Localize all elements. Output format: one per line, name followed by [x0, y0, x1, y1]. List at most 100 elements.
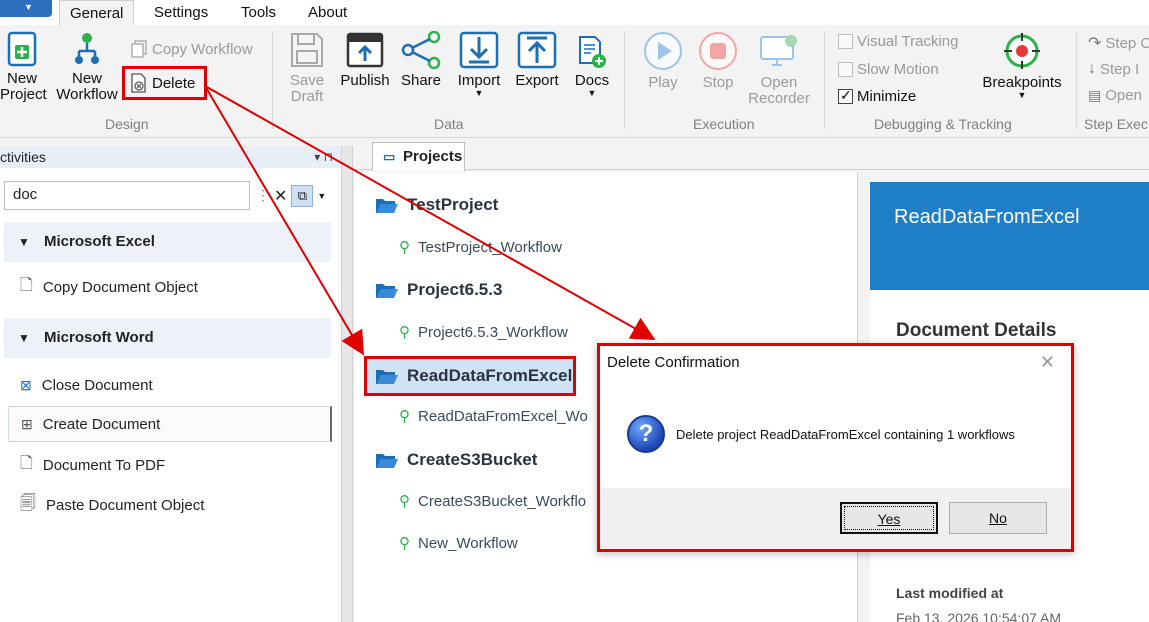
visual-tracking-checkbox[interactable]: Visual Tracking [838, 33, 958, 50]
group-label-execution: Execution [693, 116, 755, 132]
publish-label: Publish [340, 72, 390, 89]
log-file-icon: ▤ [1088, 87, 1102, 103]
workflow-icon: ⚲ [399, 493, 410, 510]
minimize-checkbox[interactable]: Minimize [838, 87, 917, 105]
new-workflow-button[interactable]: New Workflow [52, 31, 122, 103]
workflow-item[interactable]: ⚲ TestProject_Workflow [399, 238, 562, 257]
triangle-down-icon: ▼ [18, 331, 30, 345]
open-log-button[interactable]: ▤ Open [1088, 87, 1142, 104]
ribbon-separator [272, 31, 273, 129]
save-draft-button[interactable]: Save Draft [284, 31, 330, 105]
options-dropdown-icon[interactable]: ▼ [317, 191, 326, 201]
breakpoints-icon [1004, 33, 1040, 69]
checkbox-icon [838, 62, 853, 77]
folder-open-icon [376, 370, 398, 384]
project-creates3bucket[interactable]: CreateS3Bucket [375, 450, 537, 470]
play-button[interactable]: Play [640, 31, 686, 91]
app-menu-button[interactable]: ▼ [0, 0, 52, 17]
group-label-design: Design [105, 116, 149, 132]
triangle-down-icon: ▼ [18, 235, 30, 249]
project-readdatafromexcel[interactable]: ReadDataFromExcel [364, 356, 576, 396]
activity-label: Copy Document Object [42, 278, 198, 296]
workflow-name: CreateS3Bucket_Workflo [418, 492, 587, 510]
stop-icon [699, 32, 737, 70]
workflow-item[interactable]: ⚲ New_Workflow [399, 534, 518, 553]
project-testproject[interactable]: TestProject [375, 195, 498, 215]
activity-create-document[interactable]: ⊞ Create Document [8, 406, 332, 442]
activity-copy-document-object[interactable]: 🗋 Copy Document Object [20, 275, 198, 299]
activity-document-to-pdf[interactable]: 🗋 Document To PDF [20, 453, 165, 477]
project-project653[interactable]: Project6.5.3 [375, 280, 502, 300]
workflow-item[interactable]: ⚲ CreateS3Bucket_Workflo [399, 492, 587, 511]
step-over-label: Step C [1105, 34, 1149, 52]
chevron-down-icon: ▼ [474, 88, 484, 98]
checkbox-icon [838, 34, 853, 49]
close-icon[interactable]: ✕ [1040, 352, 1055, 373]
breakpoints-button[interactable]: Breakpoints ▼ [980, 31, 1064, 100]
no-button[interactable]: No [949, 502, 1047, 534]
chevron-down-icon: ▼ [587, 88, 597, 98]
workflow-item[interactable]: ⚲ Project6.5.3_Workflow [399, 323, 568, 342]
import-button[interactable]: Import ▼ [452, 31, 506, 98]
details-title: ReadDataFromExcel [870, 182, 1149, 290]
project-name: Project6.5.3 [407, 280, 503, 299]
open-log-label: Open [1105, 87, 1142, 104]
copy-workflow-button[interactable]: Copy Workflow [130, 40, 253, 58]
play-icon [644, 32, 682, 70]
step-over-button[interactable]: ↷ Step C [1088, 33, 1149, 53]
export-button[interactable]: Export [510, 31, 564, 89]
copy-icon [131, 40, 147, 58]
slow-motion-checkbox[interactable]: Slow Motion [838, 61, 939, 78]
pin-icon[interactable]: ▾ ⊓ [314, 146, 333, 168]
activities-search-input[interactable]: doc [4, 181, 250, 210]
last-modified-value: Feb 13, 2026 10:54:07 AM [896, 610, 1062, 622]
new-project-button[interactable]: New Project [0, 31, 47, 103]
activity-paste-document-object[interactable]: 🗐 Paste Document Object [20, 493, 204, 517]
category-label: Microsoft Word [44, 329, 154, 346]
tab-tools[interactable]: Tools [231, 0, 286, 25]
tab-settings[interactable]: Settings [144, 0, 218, 25]
tab-about[interactable]: About [298, 0, 357, 25]
pane-splitter[interactable] [341, 146, 353, 622]
checkbox-checked-icon [838, 87, 853, 104]
export-label: Export [515, 72, 559, 89]
group-label-debugging: Debugging & Tracking [874, 116, 1012, 132]
tab-general[interactable]: General [59, 0, 135, 25]
activity-label: Close Document [41, 376, 153, 394]
collapse-all-icon[interactable]: ⧉ [291, 184, 314, 207]
document-icon: 🗋 [20, 276, 33, 294]
workflow-item[interactable]: ⚲ ReadDataFromExcel_Wo [399, 407, 588, 426]
projects-tab-icon: ▭ [383, 149, 396, 164]
workflow-name: ReadDataFromExcel_Wo [418, 407, 588, 425]
tab-projects[interactable]: ▭ Projects [372, 142, 465, 171]
chevron-down-icon: ▼ [24, 2, 33, 12]
save-label-1: Save [289, 72, 325, 89]
workflow-icon: ⚲ [399, 239, 410, 256]
docs-button[interactable]: Docs ▼ [570, 35, 614, 98]
publish-button[interactable]: Publish [338, 31, 392, 89]
publish-icon [346, 32, 384, 68]
yes-button[interactable]: Yes [840, 502, 938, 534]
export-icon [517, 31, 557, 69]
clear-search-icon[interactable]: ✕ [274, 186, 287, 206]
step-into-button[interactable]: ↓ Step I [1088, 60, 1139, 78]
new-project-label-2: Project [0, 86, 47, 103]
dialog-footer: Yes No [600, 488, 1071, 549]
group-label-data: Data [434, 116, 464, 132]
share-button[interactable]: Share [398, 31, 444, 89]
step-over-icon: ↷ [1088, 35, 1102, 52]
new-project-icon [7, 31, 37, 67]
open-recorder-button[interactable]: Open Recorder [746, 31, 812, 107]
project-name: TestProject [407, 195, 499, 214]
save-icon [291, 33, 323, 67]
category-microsoft-excel[interactable]: ▼ Microsoft Excel [4, 222, 331, 262]
dialog-title: Delete Confirmation [607, 354, 740, 371]
category-microsoft-word[interactable]: ▼ Microsoft Word [4, 318, 331, 358]
minimize-label: Minimize [857, 88, 917, 105]
projects-tab-label: Projects [403, 148, 463, 165]
folder-open-icon [376, 284, 398, 298]
grip-icon: ⋮ [256, 187, 270, 203]
category-label: Microsoft Excel [44, 233, 155, 250]
activity-close-document[interactable]: ⊠ Close Document [20, 373, 153, 397]
stop-button[interactable]: Stop [695, 31, 741, 91]
